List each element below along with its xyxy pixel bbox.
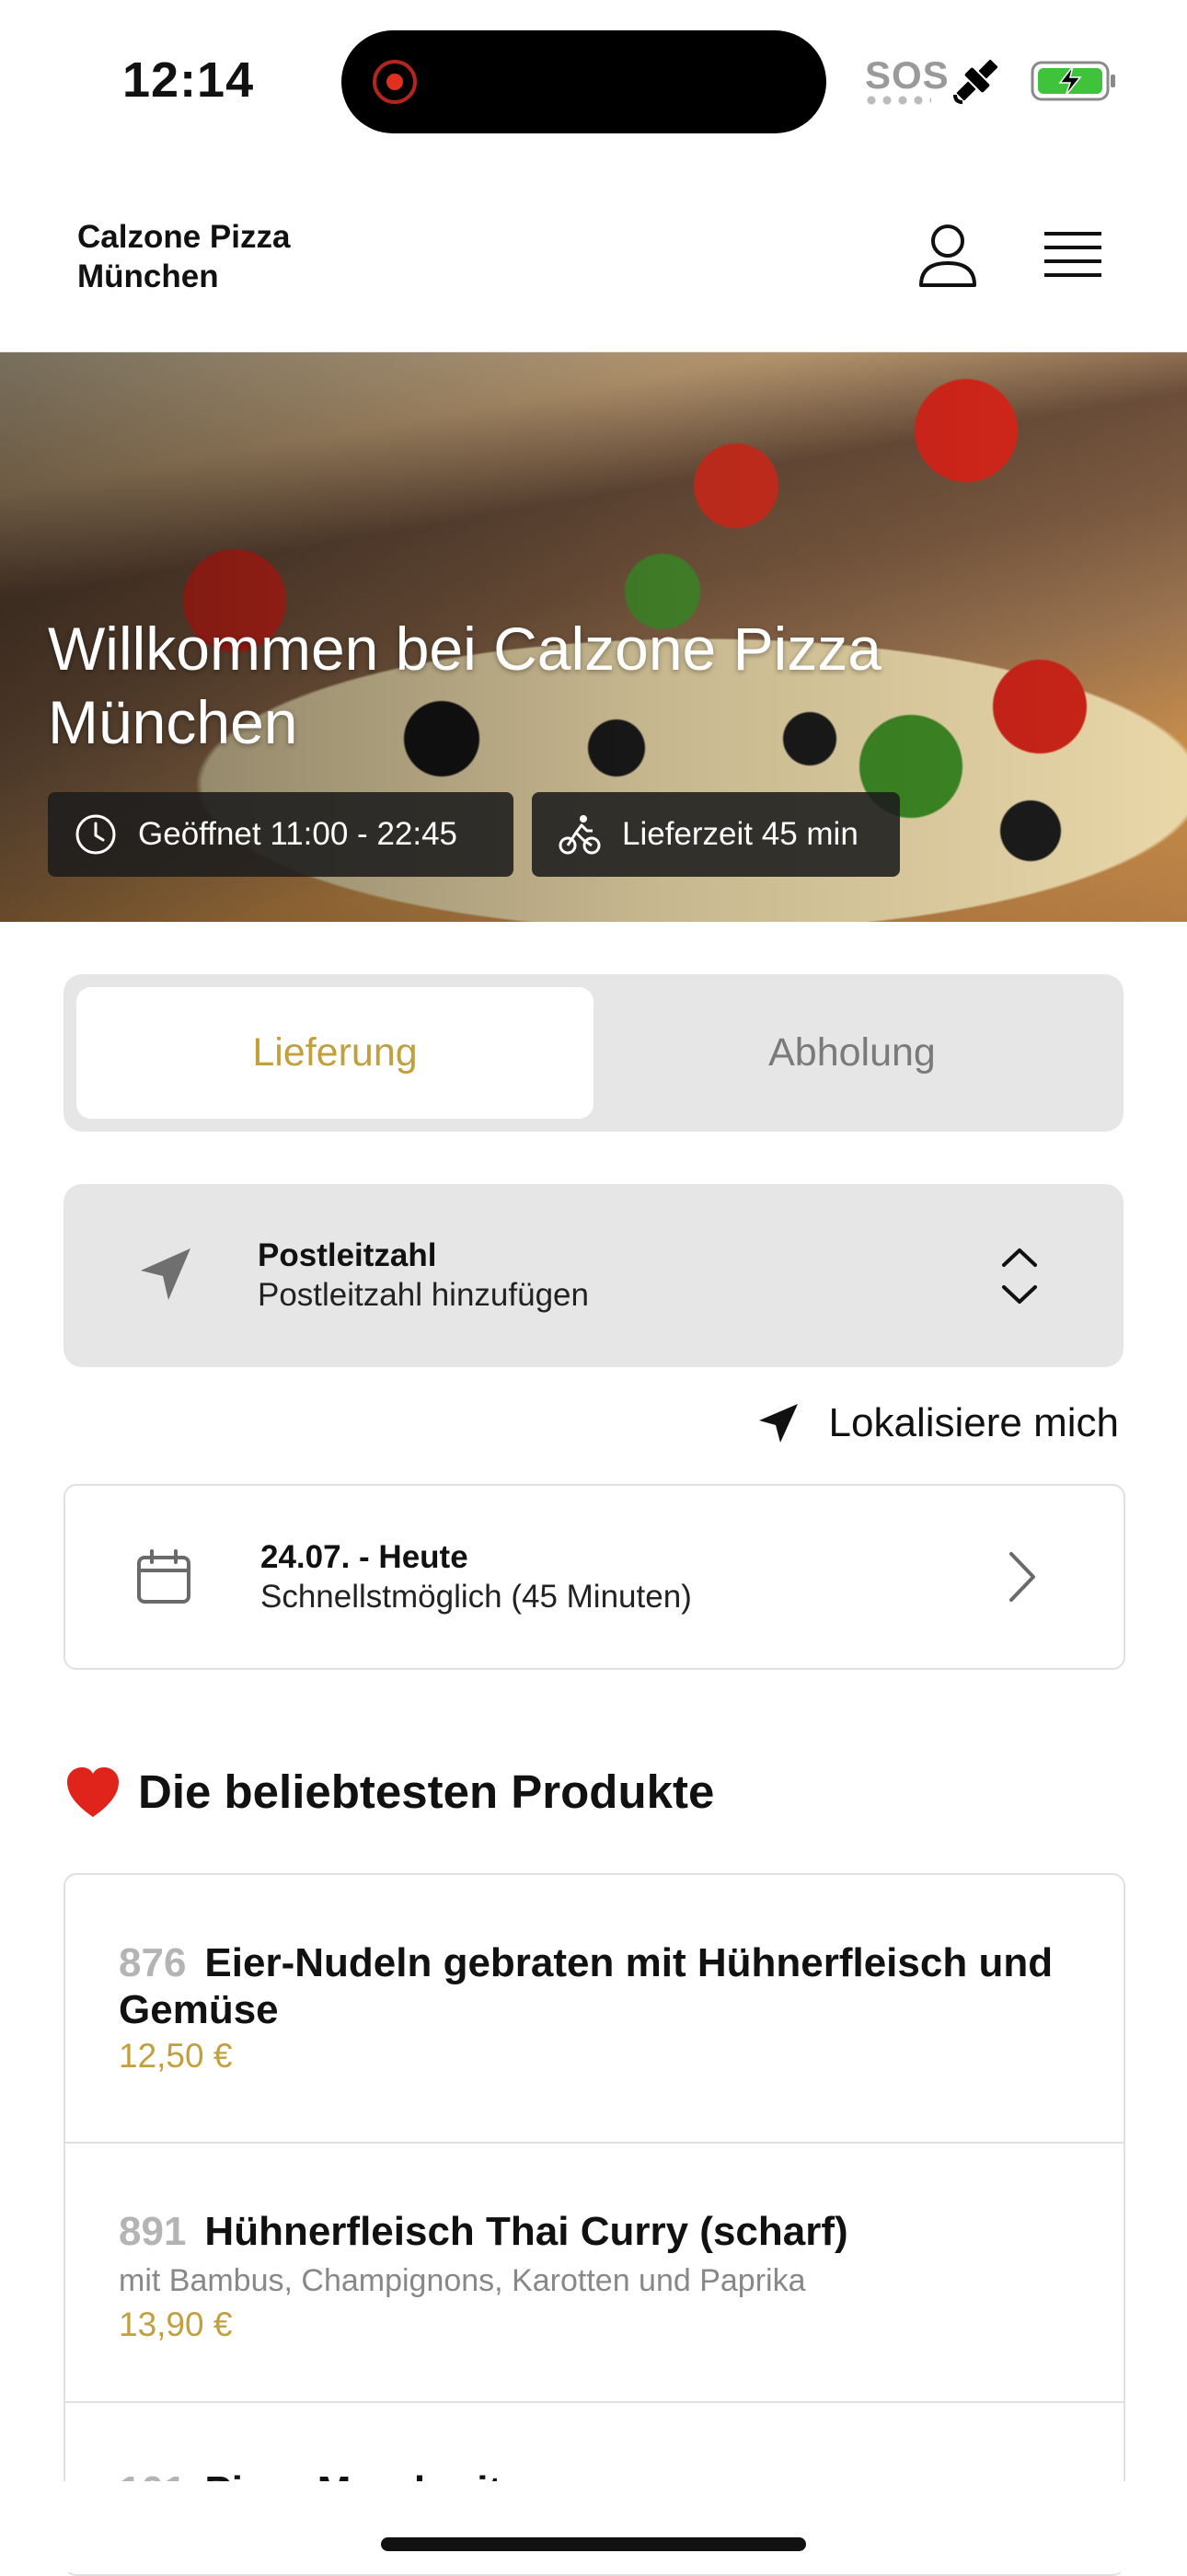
- popular-products-heading: Die beliebtesten Produkte: [64, 1765, 714, 1819]
- opening-hours-text: Geöffnet 11:00 - 22:45: [138, 816, 458, 852]
- dynamic-island: [341, 30, 826, 133]
- chevron-updown-icon: [1002, 1248, 1037, 1304]
- opening-hours-badge: Geöffnet 11:00 - 22:45: [48, 792, 513, 877]
- product-price: 12,50 €: [119, 2037, 233, 2075]
- brand-line-2: München: [77, 259, 219, 294]
- heart-icon: [67, 1766, 119, 1817]
- brand-name[interactable]: Calzone Pizza München: [77, 217, 290, 296]
- navigation-arrow-icon: [141, 1248, 190, 1300]
- product-number: 891: [119, 2209, 187, 2254]
- bottom-safe-area: [0, 2481, 1187, 2572]
- hero-title: Willkommen bei Calzone Pizza München: [48, 615, 882, 756]
- delivery-time-text: Lieferzeit 45 min: [622, 816, 859, 852]
- delivery-time-badge: Lieferzeit 45 min: [532, 792, 900, 877]
- delivery-time-option: Schnellstmöglich (45 Minuten): [260, 1579, 692, 1615]
- delivery-date: 24.07. - Heute: [260, 1539, 468, 1575]
- locate-me-label: Lokalisiere mich: [828, 1400, 1119, 1445]
- satellite-icon: [953, 59, 998, 104]
- popular-products-title: Die beliebtesten Produkte: [138, 1765, 715, 1818]
- product-description: mit Bambus, Champignons, Karotten und Pa…: [119, 2263, 806, 2298]
- tab-delivery[interactable]: Lieferung: [76, 987, 594, 1119]
- bike-icon: [559, 815, 601, 855]
- home-indicator[interactable]: [381, 2537, 806, 2551]
- product-name: Hühnerfleisch Thai Curry (scharf): [204, 2209, 848, 2254]
- delivery-time-selector[interactable]: 24.07. - Heute Schnellstmöglich (45 Minu…: [63, 1484, 1125, 1670]
- sos-indicator: SOS: [865, 53, 950, 97]
- order-mode-toggle: Lieferung Abholung: [63, 974, 1124, 1132]
- product-number: 876: [119, 1940, 187, 1985]
- product-price: 13,90 €: [119, 2306, 233, 2343]
- battery-icon: [1031, 61, 1115, 101]
- product-title: 876 Eier-Nudeln gebraten mit Hühnerfleisc…: [119, 1939, 1085, 2033]
- locate-me-link[interactable]: Lokalisiere mich: [755, 1400, 1119, 1446]
- product-list: 876 Eier-Nudeln gebraten mit Hühnerfleisc…: [63, 1873, 1125, 2576]
- postcode-value: Postleitzahl hinzufügen: [258, 1277, 589, 1313]
- chevron-right-icon: [1009, 1552, 1035, 1602]
- status-time: 12:14: [122, 52, 255, 108]
- record-icon: [373, 60, 417, 104]
- product-name: Eier-Nudeln gebraten mit Hühnerfleisch u…: [119, 1940, 1054, 2032]
- navigation-arrow-icon: [758, 1404, 798, 1443]
- tab-pickup[interactable]: Abholung: [594, 987, 1111, 1119]
- product-item[interactable]: 876 Eier-Nudeln gebraten mit Hühnerfleisc…: [65, 1875, 1124, 2144]
- clock-icon: [75, 814, 116, 855]
- menu-icon[interactable]: [1043, 228, 1103, 283]
- brand-line-1: Calzone Pizza: [77, 219, 291, 255]
- signal-dots: [867, 96, 931, 105]
- hero-banner: Willkommen bei Calzone Pizza München Geö…: [0, 352, 1187, 922]
- app-header: Calzone Pizza München: [0, 156, 1187, 353]
- product-title: 891 Hühnerfleisch Thai Curry (scharf): [119, 2208, 1085, 2255]
- status-bar: 12:14 SOS: [0, 0, 1187, 156]
- product-item[interactable]: 891 Hühnerfleisch Thai Curry (scharf) mit…: [65, 2144, 1124, 2403]
- calendar-icon: [137, 1549, 190, 1604]
- postcode-selector[interactable]: Postleitzahl Postleitzahl hinzufügen: [63, 1184, 1124, 1367]
- user-icon[interactable]: [916, 223, 980, 289]
- postcode-label: Postleitzahl: [258, 1237, 437, 1273]
